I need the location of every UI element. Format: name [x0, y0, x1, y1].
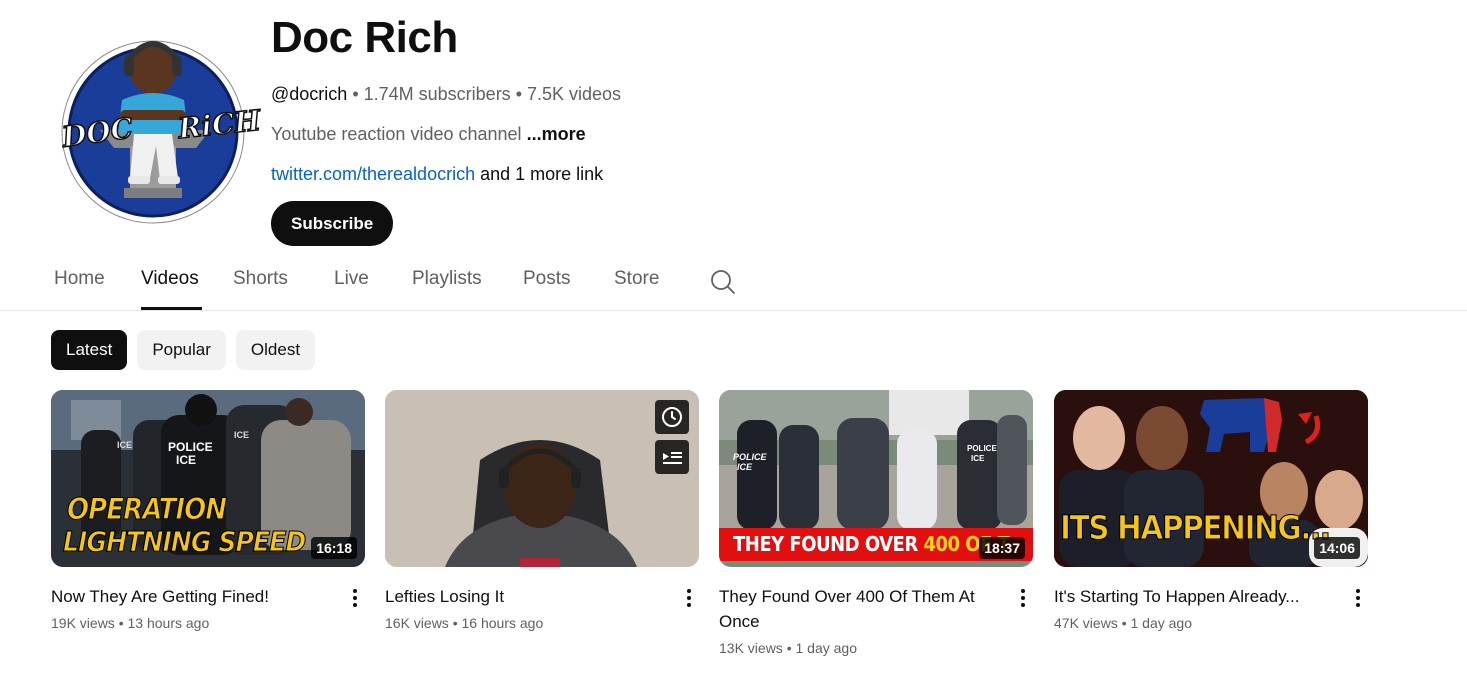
upload-age: 1 day ago [795, 640, 858, 656]
video-count: 7.5K videos [527, 84, 622, 104]
thumb-label: ICE [737, 462, 753, 472]
video-title-text[interactable]: Now They Are Getting Fined! [51, 584, 319, 609]
more-options-icon[interactable] [679, 586, 699, 610]
avatar-text-right: RiCH [176, 103, 263, 146]
add-to-queue-icon[interactable] [655, 440, 689, 474]
more-links-button[interactable]: and 1 more link [480, 164, 603, 184]
video-grid: POLICE ICE ICE ICE OPERATION LIGHTNING S… [51, 390, 1381, 670]
tab-videos[interactable]: Videos [141, 268, 199, 290]
video-meta: 47K views • 1 day ago [1054, 615, 1193, 631]
channel-info: Doc Rich @docrich • 1.74M subscribers • … [271, 14, 621, 246]
subscriber-count: 1.74M subscribers [363, 84, 511, 104]
video-card: POLICE ICE ICE ICE OPERATION LIGHTNING S… [51, 390, 365, 631]
banner-text: THEY FOUND OVER [733, 532, 924, 556]
thumb-headline: ITS HAPPENING... [1060, 508, 1332, 548]
video-title-text[interactable]: Lefties Losing It [385, 584, 653, 609]
video-thumbnail[interactable]: ITS HAPPENING... 14:06 [1054, 390, 1368, 567]
channel-meta: @docrich • 1.74M subscribers • 7.5K vide… [271, 83, 621, 105]
video-thumbnail[interactable]: POLICE ICE POLICE ICE THEY FOUND OVER 40… [719, 390, 1033, 567]
more-link[interactable]: ...more [527, 124, 586, 144]
tab-live[interactable]: Live [334, 268, 369, 290]
video-duration: 14:06 [1314, 537, 1360, 559]
chip-popular[interactable]: Popular [137, 330, 226, 370]
upload-age: 16 hours ago [461, 615, 544, 631]
more-options-icon[interactable] [345, 586, 365, 610]
video-card: POLICE ICE POLICE ICE THEY FOUND OVER 40… [719, 390, 1033, 656]
upload-age: 1 day ago [1130, 615, 1193, 631]
thumb-label: POLICE [733, 452, 767, 462]
meta-separator: • [347, 84, 364, 104]
thumb-label: POLICE [168, 440, 213, 454]
video-meta: 13K views • 1 day ago [719, 640, 858, 656]
channel-links: twitter.com/therealdocrich and 1 more li… [271, 163, 621, 185]
channel-avatar[interactable]: DOC RiCH [59, 28, 263, 224]
tab-shorts[interactable]: Shorts [233, 268, 288, 290]
video-card: ITS HAPPENING... 14:06 It's Starting To … [1054, 390, 1368, 631]
video-meta: 16K views • 16 hours ago [385, 615, 544, 631]
chip-latest[interactable]: Latest [51, 330, 128, 370]
thumb-headline: OPERATION [66, 492, 227, 527]
thumb-label: ICE [117, 440, 133, 450]
search-icon[interactable] [709, 268, 737, 296]
view-count: 47K views [1054, 615, 1118, 631]
thumb-label: POLICE [967, 444, 997, 453]
video-title-text[interactable]: It's Starting To Happen Already... [1054, 584, 1322, 609]
more-options-icon[interactable] [1348, 586, 1368, 610]
active-tab-indicator [141, 307, 202, 310]
tab-store[interactable]: Store [614, 268, 659, 290]
thumb-label: ICE [971, 454, 985, 463]
view-count: 13K views [719, 640, 783, 656]
video-title[interactable]: Lefties Losing It 16K views • 16 hours a… [385, 584, 653, 633]
video-card: Lefties Losing It 16K views • 16 hours a… [385, 390, 699, 631]
chip-oldest[interactable]: Oldest [235, 330, 316, 370]
tab-playlists[interactable]: Playlists [412, 268, 482, 290]
view-count: 16K views [385, 615, 449, 631]
subscribe-button[interactable]: Subscribe [271, 201, 394, 246]
video-title[interactable]: They Found Over 400 Of Them At Once 13K … [719, 584, 987, 658]
meta-separator: • [510, 84, 527, 104]
video-thumbnail[interactable]: POLICE ICE ICE ICE OPERATION LIGHTNING S… [51, 390, 365, 567]
description-text: Youtube reaction video channel [271, 124, 522, 144]
upload-age: 13 hours ago [127, 615, 210, 631]
more-options-icon[interactable] [1013, 586, 1033, 610]
video-title-text[interactable]: They Found Over 400 Of Them At Once [719, 584, 987, 634]
sort-chips: Latest Popular Oldest [51, 330, 316, 370]
video-meta: 19K views • 13 hours ago [51, 615, 210, 631]
channel-tabs: Home Videos Shorts Live Playlists Posts … [0, 256, 1467, 311]
watch-later-icon[interactable] [655, 400, 689, 434]
thumb-label: ICE [234, 430, 250, 440]
video-title[interactable]: Now They Are Getting Fined! 19K views • … [51, 584, 319, 633]
channel-handle: @docrich [271, 84, 348, 104]
view-count: 19K views [51, 615, 115, 631]
channel-name: Doc Rich [271, 13, 458, 62]
twitter-link[interactable]: twitter.com/therealdocrich [271, 164, 475, 184]
thumb-headline: LIGHTNING SPEED [62, 525, 306, 559]
video-thumbnail[interactable] [385, 390, 699, 567]
tab-posts[interactable]: Posts [523, 268, 571, 290]
video-title[interactable]: It's Starting To Happen Already... 47K v… [1054, 584, 1322, 633]
thumb-label: ICE [176, 453, 197, 467]
tab-home[interactable]: Home [54, 268, 105, 290]
video-duration: 18:37 [979, 537, 1025, 559]
channel-description[interactable]: Youtube reaction video channel ...more [271, 123, 621, 145]
video-duration: 16:18 [311, 537, 357, 559]
